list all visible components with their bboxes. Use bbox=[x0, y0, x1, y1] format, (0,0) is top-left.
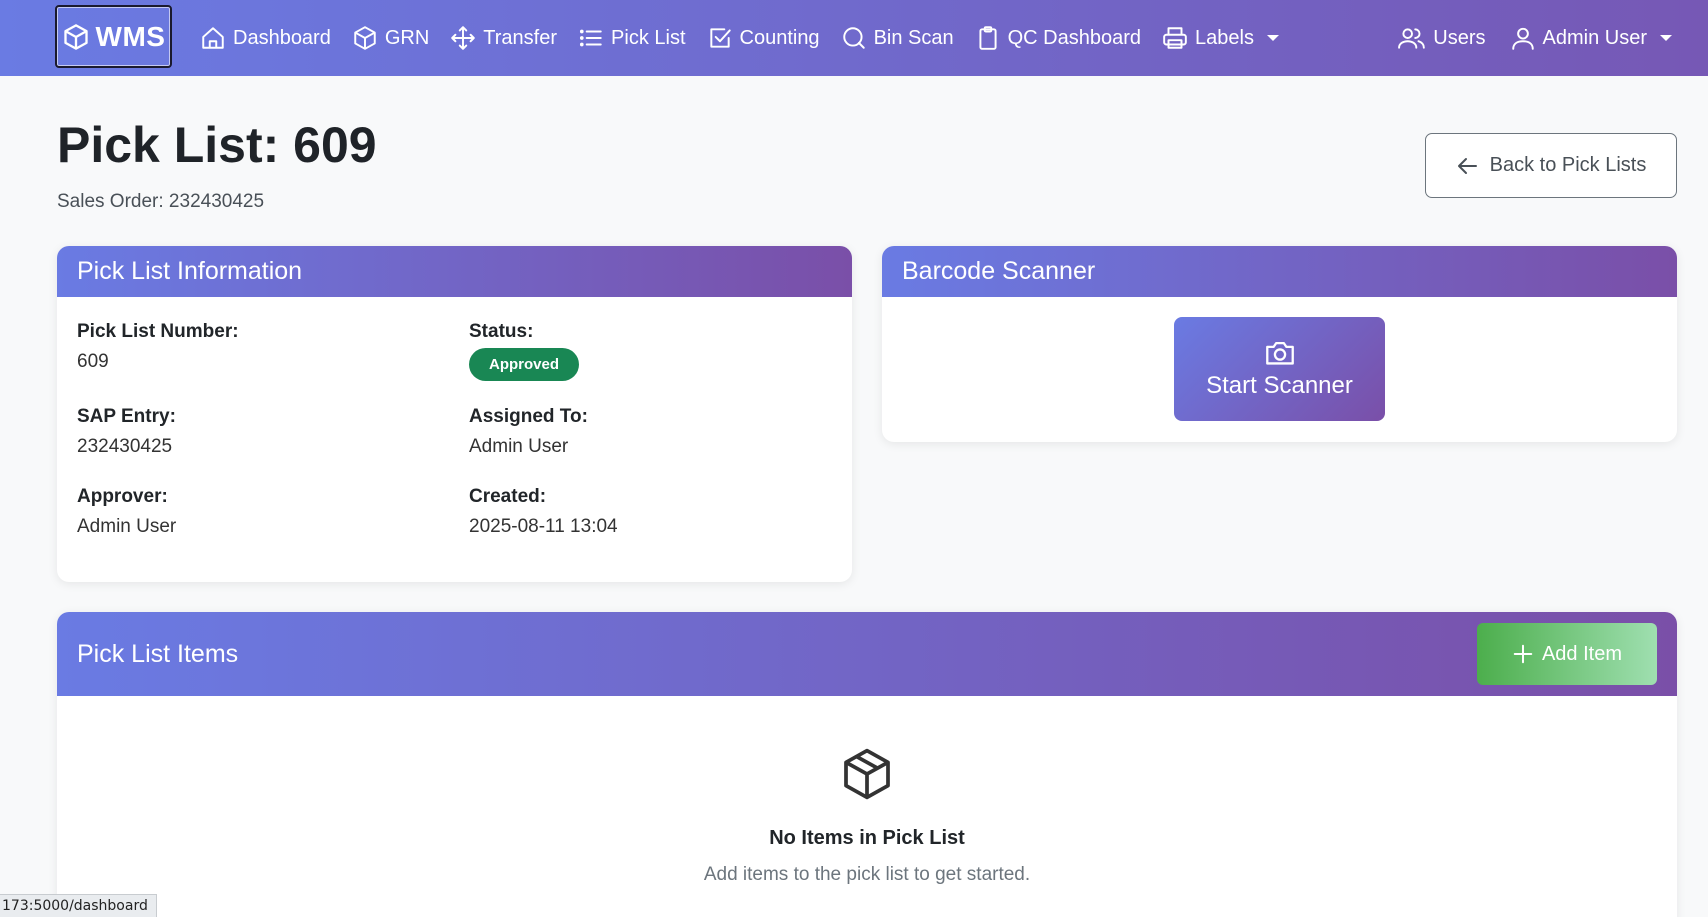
clipboard-icon bbox=[975, 25, 1001, 51]
nav-transfer[interactable]: Transfer bbox=[450, 25, 557, 51]
approver-value: Admin User bbox=[77, 516, 177, 537]
back-button-label: Back to Pick Lists bbox=[1489, 154, 1647, 176]
field-pick-list-number: Pick List Number: 609 bbox=[77, 321, 239, 373]
page-title: Pick List: 609 bbox=[57, 117, 377, 173]
status-badge: Approved bbox=[469, 348, 580, 381]
nav-qc-dashboard[interactable]: QC Dashboard bbox=[975, 25, 1141, 51]
field-approver: Approver: Admin User bbox=[77, 486, 176, 538]
created-label: Created: bbox=[469, 486, 547, 507]
nav-transfer-label: Transfer bbox=[483, 26, 558, 49]
nav-labels-dropdown[interactable]: Labels bbox=[1162, 25, 1279, 51]
sap-entry-value: 232430425 bbox=[77, 436, 173, 457]
pick-list-items-card: Pick List Items Add Item No Items in Pic… bbox=[57, 612, 1677, 917]
browser-status-bar: 173:5000/dashboard bbox=[0, 894, 157, 917]
home-icon bbox=[200, 25, 226, 51]
brand-label: WMS bbox=[95, 20, 166, 52]
start-scanner-button[interactable]: Start Scanner bbox=[1174, 317, 1385, 421]
status-label: Status: bbox=[469, 321, 534, 342]
box-icon bbox=[62, 23, 90, 51]
nav-grn-label: GRN bbox=[384, 26, 430, 49]
arrow-left-icon bbox=[1456, 154, 1480, 178]
nav-bin-scan-label: Bin Scan bbox=[873, 26, 954, 49]
back-to-pick-lists-button[interactable]: Back to Pick Lists bbox=[1425, 133, 1677, 198]
caret-down-icon bbox=[1266, 35, 1279, 41]
list-icon bbox=[578, 25, 604, 51]
info-card-header: Pick List Information bbox=[57, 246, 852, 297]
barcode-scanner-card: Barcode Scanner Start Scanner bbox=[882, 246, 1677, 442]
search-icon bbox=[841, 25, 867, 51]
empty-state-title: No Items in Pick List bbox=[769, 827, 965, 849]
field-assigned-to: Assigned To: Admin User bbox=[469, 406, 588, 458]
nav-pick-list[interactable]: Pick List bbox=[578, 25, 686, 51]
nav-menu: Dashboard GRN Transfer Pick List Countin… bbox=[200, 0, 1300, 76]
nav-users-label: Users bbox=[1433, 26, 1486, 49]
items-card-header: Pick List Items Add Item bbox=[57, 612, 1677, 696]
check-square-icon bbox=[707, 25, 733, 51]
sap-entry-label: SAP Entry: bbox=[77, 406, 176, 427]
add-item-label: Add Item bbox=[1541, 642, 1623, 665]
empty-state-icon-wrap bbox=[57, 746, 1677, 807]
nav-pick-list-label: Pick List bbox=[611, 26, 686, 49]
caret-down-icon bbox=[1660, 35, 1672, 41]
items-card-title: Pick List Items bbox=[77, 639, 239, 668]
scanner-card-header: Barcode Scanner bbox=[882, 246, 1677, 297]
arrows-move-icon bbox=[450, 25, 476, 51]
approver-label: Approver: bbox=[77, 486, 168, 507]
printer-icon bbox=[1162, 25, 1188, 51]
pick-list-info-card: Pick List Information Pick List Number: … bbox=[57, 246, 852, 582]
assigned-to-value: Admin User bbox=[469, 436, 569, 457]
empty-state-subtitle: Add items to the pick list to get starte… bbox=[703, 864, 1031, 885]
created-value: 2025-08-11 13:04 bbox=[469, 516, 618, 537]
start-scanner-label: Start Scanner bbox=[1206, 372, 1353, 399]
pick-list-number-label: Pick List Number: bbox=[77, 321, 239, 342]
nav-bin-scan[interactable]: Bin Scan bbox=[841, 25, 954, 51]
nav-users[interactable]: Users bbox=[1398, 25, 1486, 51]
assigned-to-label: Assigned To: bbox=[469, 406, 588, 427]
top-navbar: WMS Dashboard GRN Transfer Pick List Cou… bbox=[0, 0, 1708, 76]
nav-dashboard-label: Dashboard bbox=[233, 26, 331, 49]
field-created: Created: 2025-08-11 13:04 bbox=[469, 486, 618, 538]
nav-grn[interactable]: GRN bbox=[352, 25, 429, 51]
nav-counting-label: Counting bbox=[739, 26, 820, 49]
plus-icon bbox=[1512, 643, 1534, 665]
nav-right: Users Admin User bbox=[1398, 0, 1672, 76]
nav-counting[interactable]: Counting bbox=[707, 25, 820, 51]
box-icon bbox=[839, 746, 895, 802]
nav-dashboard[interactable]: Dashboard bbox=[200, 25, 331, 51]
user-menu-label: Admin User bbox=[1542, 26, 1647, 49]
field-sap-entry: SAP Entry: 232430425 bbox=[77, 406, 176, 458]
nav-qc-dashboard-label: QC Dashboard bbox=[1007, 26, 1142, 49]
field-status: Status: Approved bbox=[469, 321, 580, 381]
user-menu-dropdown[interactable]: Admin User bbox=[1510, 25, 1672, 51]
nav-labels-label: Labels bbox=[1195, 26, 1254, 49]
camera-icon bbox=[1264, 338, 1296, 366]
users-icon bbox=[1398, 25, 1426, 51]
box-icon bbox=[352, 25, 378, 51]
page-subtitle: Sales Order: 232430425 bbox=[57, 191, 265, 212]
add-item-button[interactable]: Add Item bbox=[1477, 623, 1657, 685]
brand-link[interactable]: WMS bbox=[55, 5, 172, 68]
person-icon bbox=[1510, 25, 1536, 51]
pick-list-number-value: 609 bbox=[77, 351, 109, 372]
